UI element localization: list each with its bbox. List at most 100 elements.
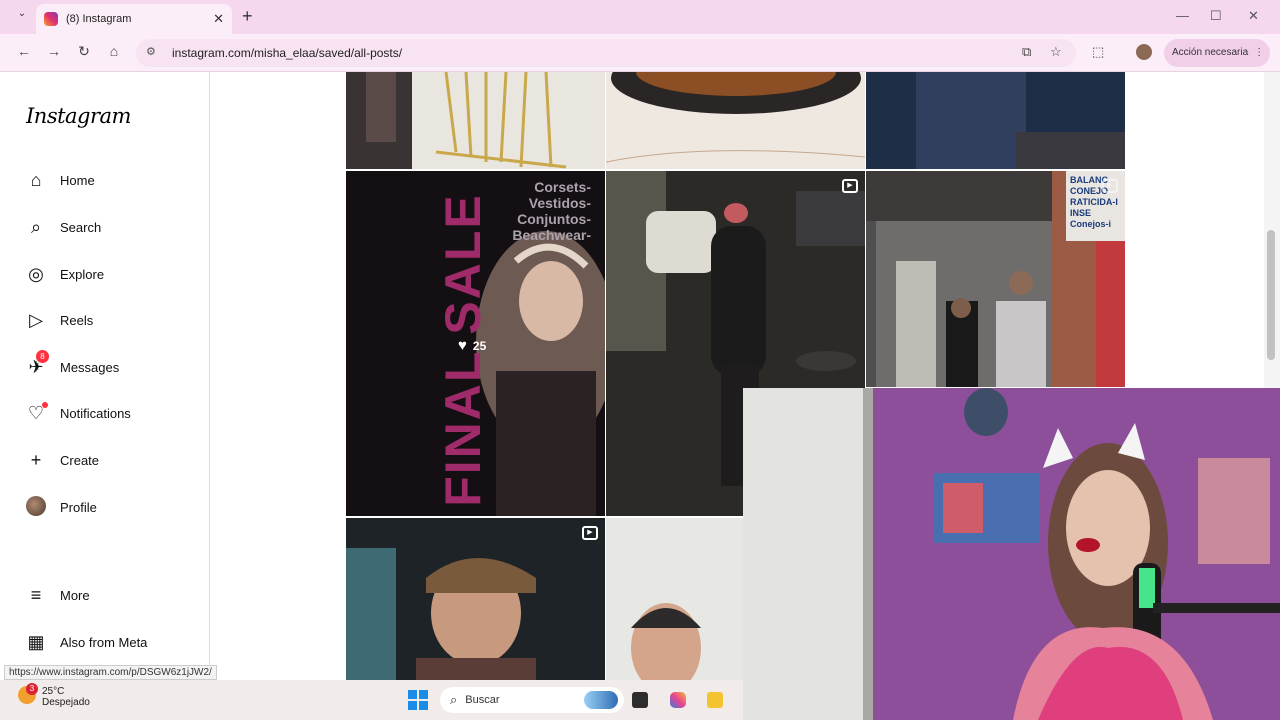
- window-close-icon[interactable]: ✕: [1248, 8, 1259, 24]
- category-line: Corsets-: [534, 179, 591, 195]
- weather-sun-icon: 3: [18, 683, 38, 704]
- profile-avatar[interactable]: [1136, 44, 1152, 60]
- sidebar-item-label: Search: [60, 219, 102, 235]
- search-icon: ⌕: [30, 217, 42, 237]
- copilot-icon[interactable]: [670, 692, 686, 708]
- sidebar-item-also-from-meta[interactable]: ▦ Also from Meta: [22, 627, 147, 657]
- weather-widget[interactable]: 3 25°C Despejado: [18, 683, 90, 708]
- sidebar-item-label: Messages: [60, 359, 120, 375]
- post-thumbnail[interactable]: [866, 72, 1125, 169]
- sidebar-item-search[interactable]: ⌕ Search: [22, 212, 101, 242]
- messages-badge: 8: [36, 350, 49, 363]
- webcam-overlay: [743, 388, 1280, 720]
- action-needed-button[interactable]: Acción necesaria ⋮: [1164, 39, 1271, 67]
- windows-start-icon[interactable]: [408, 690, 428, 710]
- post-thumbnail[interactable]: ▶: [346, 518, 605, 680]
- install-app-icon[interactable]: ⧉: [1022, 44, 1031, 60]
- menu-icon: ≡: [30, 585, 42, 605]
- notification-dot: [42, 402, 48, 408]
- sidebar-item-label: Explore: [60, 266, 105, 282]
- category-line: Conjuntos-: [517, 211, 591, 227]
- post-image: [606, 72, 865, 163]
- weather-badge: 3: [26, 683, 38, 695]
- sidebar-item-reels[interactable]: ▷ Reels: [22, 305, 93, 335]
- reels-icon: ▷: [29, 310, 43, 330]
- task-view-icon[interactable]: [632, 692, 648, 708]
- sidebar-item-create[interactable]: + Create: [22, 445, 99, 475]
- heart-filled-icon: ♥: [458, 337, 467, 354]
- kebab-menu-icon[interactable]: ⋮: [1254, 39, 1264, 67]
- sidebar-item-label: Create: [60, 452, 100, 468]
- weather-condition: Despejado: [42, 697, 90, 708]
- maximize-icon[interactable]: ☐: [1210, 8, 1222, 24]
- reel-icon: ▶: [582, 526, 598, 540]
- file-explorer-icon[interactable]: [707, 692, 723, 708]
- action-needed-label: Acción necesaria: [1172, 47, 1249, 58]
- bookmark-star-icon[interactable]: ☆: [1050, 44, 1062, 60]
- browser-toolbar: ← → ↻ ⌂ ⚙ instagram.com/misha_elaa/saved…: [0, 34, 1280, 72]
- taskbar-search[interactable]: ⌕ Buscar: [440, 687, 624, 713]
- tab-close-icon[interactable]: ✕: [213, 11, 224, 27]
- sidebar-item-profile[interactable]: Profile: [22, 492, 97, 522]
- url-text: instagram.com/misha_elaa/saved/all-posts…: [172, 46, 403, 60]
- meta-icon: ▦: [27, 632, 45, 652]
- instagram-favicon: [44, 12, 58, 26]
- scrollbar-thumb[interactable]: [1267, 230, 1275, 360]
- reel-icon: ▶: [1102, 179, 1118, 193]
- sidebar-item-more[interactable]: ≡ More: [22, 580, 90, 610]
- avatar: [22, 496, 50, 518]
- likes-overlay: ♥ 25: [458, 337, 486, 354]
- reel-icon: ▶: [842, 179, 858, 193]
- sign-line: INSE: [1070, 208, 1092, 218]
- post-thumbnail[interactable]: BALANC CONEJO RATICIDA-I INSE Conejos-i …: [866, 171, 1125, 387]
- sidebar-item-notifications[interactable]: ♡ Notifications: [22, 398, 131, 428]
- browser-tab-strip: ⌄ (8) Instagram ✕ + — ☐ ✕: [0, 0, 1280, 34]
- sidebar: Instagram ⌂ Home ⌕ Search ◎ Explore ▷ Re…: [0, 72, 210, 680]
- post-category-list: Corsets- Vestidos- Conjuntos- Beachwear-: [512, 179, 591, 243]
- sidebar-item-label: Reels: [60, 312, 94, 328]
- post-image: [866, 72, 1125, 169]
- site-info-icon[interactable]: ⚙: [146, 45, 162, 61]
- sign-line: RATICIDA-I: [1070, 197, 1118, 207]
- post-image: [346, 518, 605, 680]
- tab-title: (8) Instagram: [66, 13, 132, 25]
- sidebar-item-explore[interactable]: ◎ Explore: [22, 259, 104, 289]
- sidebar-item-label: Home: [60, 172, 95, 188]
- extensions-icon[interactable]: ⬚: [1092, 44, 1104, 60]
- back-icon[interactable]: ←: [14, 43, 34, 59]
- instagram-logo[interactable]: Instagram: [26, 104, 131, 128]
- category-line: Beachwear-: [512, 227, 591, 243]
- category-line: Vestidos-: [528, 195, 591, 211]
- status-link-preview: https://www.instagram.com/p/DSGW6z1jJW2/: [4, 665, 217, 680]
- messenger-icon: ✈ 8: [22, 350, 50, 378]
- webcam-feed-image: [743, 388, 1280, 720]
- search-icon: ⌕: [450, 692, 458, 707]
- post-image: [346, 72, 567, 169]
- post-thumbnail[interactable]: [606, 72, 865, 169]
- browser-tab-instagram[interactable]: (8) Instagram ✕: [36, 4, 232, 34]
- tab-search-icon[interactable]: ⌄: [10, 8, 34, 26]
- taskbar-search-placeholder: Buscar: [465, 694, 500, 706]
- search-highlight-image: [584, 691, 618, 709]
- home-icon: ⌂: [30, 170, 42, 190]
- plus-icon: +: [30, 450, 42, 470]
- reload-icon[interactable]: ↻: [74, 43, 94, 60]
- sidebar-item-label: Also from Meta: [60, 634, 148, 650]
- post-thumbnail-final-sale[interactable]: FINAL SALE Corsets- Vestidos- Conjuntos-…: [346, 171, 605, 516]
- new-tab-button[interactable]: +: [242, 6, 253, 27]
- sidebar-item-label: Notifications: [60, 405, 131, 421]
- minimize-icon[interactable]: —: [1176, 8, 1189, 23]
- home-button-icon[interactable]: ⌂: [104, 43, 124, 59]
- heart-icon: ♡: [22, 402, 50, 424]
- likes-count: 25: [472, 338, 487, 353]
- forward-icon[interactable]: →: [44, 43, 64, 59]
- sign-line: Conejos-i: [1070, 219, 1112, 229]
- sidebar-item-label: Profile: [60, 499, 97, 515]
- post-thumbnail[interactable]: [346, 72, 605, 169]
- sidebar-item-label: More: [60, 587, 90, 603]
- address-bar[interactable]: ⚙ instagram.com/misha_elaa/saved/all-pos…: [136, 39, 1076, 67]
- compass-icon: ◎: [28, 264, 44, 284]
- sidebar-item-messages[interactable]: ✈ 8 Messages: [22, 350, 120, 382]
- sidebar-item-home[interactable]: ⌂ Home: [22, 165, 95, 195]
- temperature: 25°C: [42, 686, 65, 697]
